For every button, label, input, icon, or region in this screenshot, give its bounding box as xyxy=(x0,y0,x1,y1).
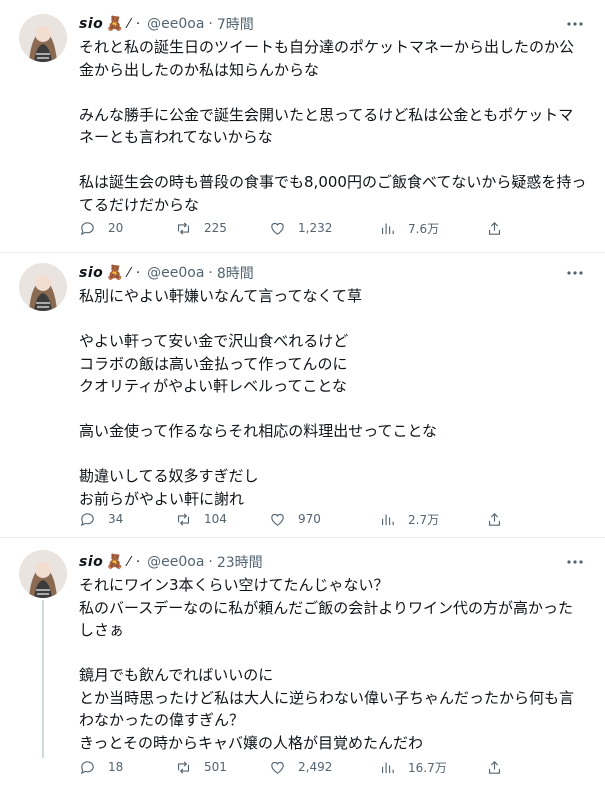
views-button[interactable]: 2.7万 xyxy=(379,509,439,529)
like-count: 2,492 xyxy=(298,760,333,774)
retweet-arrows-icon xyxy=(177,221,190,235)
name-decoration: ⁄ · xyxy=(127,16,142,32)
tweet-line: やよい軒って安い金で沢山食べれるけど xyxy=(79,332,349,350)
tweet-2[interactable]: sio 🧸 ⁄ · @ee0oa · 8時間 私別にやよい軒嫌いなんて言ってなく… xyxy=(0,253,605,538)
tweet-line: それにワイン3本くらい空けてたんじゃない？ xyxy=(79,576,389,594)
tweet-line: 金から出したのか私は知らんからな xyxy=(79,60,320,79)
avatar[interactable] xyxy=(19,263,67,311)
tweet-1[interactable]: sio 🧸 ⁄ · @ee0oa · 7時間 それと私の誕生日のツイートも自分達… xyxy=(0,0,605,253)
retweet-count: 501 xyxy=(204,760,227,774)
like-button[interactable]: 970 xyxy=(269,509,321,529)
like-button[interactable]: 1,232 xyxy=(269,218,332,238)
name-decoration: ⁄ · xyxy=(127,265,142,281)
reply-count: 34 xyxy=(108,512,124,526)
share-upload-icon xyxy=(488,760,501,774)
share-upload-icon xyxy=(488,512,501,526)
thread-connector-line xyxy=(42,600,44,758)
views-button[interactable]: 7.6万 xyxy=(379,218,439,238)
more-horizontal-icon[interactable] xyxy=(565,14,585,34)
tweet-line: しさぁ xyxy=(79,621,125,639)
reply-bubble-icon xyxy=(80,760,94,774)
user-handle[interactable]: @ee0oa xyxy=(147,265,204,281)
reply-bubble-icon xyxy=(80,512,94,526)
views-button[interactable]: 16.7万 xyxy=(379,757,447,777)
timestamp[interactable]: 8時間 xyxy=(217,263,254,283)
display-name[interactable]: sio xyxy=(79,16,103,32)
tweet-line: みんな勝手に公金で誕生会開いたと思ってるけど私は公金ともポケットマ xyxy=(79,105,574,124)
tweet-line: 勘違いしてる奴多すぎだし xyxy=(79,467,259,485)
more-horizontal-icon[interactable] xyxy=(565,552,585,572)
views-count: 16.7万 xyxy=(408,760,447,775)
tweet-line: ネーとも言われてないからな xyxy=(79,128,273,146)
avatar[interactable] xyxy=(19,550,67,598)
timestamp[interactable]: 23時間 xyxy=(217,552,263,572)
user-handle[interactable]: @ee0oa xyxy=(147,16,204,32)
bear-emoji-icon: 🧸 xyxy=(106,265,124,281)
tweet-line: クオリティがやよい軒レベルってことな xyxy=(79,377,347,395)
bear-emoji-icon: 🧸 xyxy=(106,16,124,32)
tweet-line: とか当時思ったけど私は大人に逆らわない偉い子ちゃんだったから何も言 xyxy=(79,688,575,707)
bar-chart-icon xyxy=(381,223,394,234)
like-button[interactable]: 2,492 xyxy=(269,757,332,777)
tweet-text: 私別にやよい軒嫌いなんて言ってなくて草 やよい軒って安い金で沢山食べれるけど コ… xyxy=(79,285,591,510)
more-horizontal-icon[interactable] xyxy=(565,263,585,283)
tweet-actions: 18 501 2,492 16.7万 xyxy=(79,757,509,777)
views-count: 7.6万 xyxy=(408,221,440,236)
retweet-count: 104 xyxy=(204,512,227,526)
reply-count: 18 xyxy=(108,760,124,774)
heart-icon xyxy=(271,222,284,235)
tweet-line: 鏡月でも飲んでればいいのに xyxy=(79,666,274,684)
share-button[interactable] xyxy=(486,218,503,238)
heart-icon xyxy=(271,513,284,526)
tweet-line: コラボの飯は高い金払って作ってんのに xyxy=(79,354,348,373)
share-button[interactable] xyxy=(486,757,503,777)
like-count: 1,232 xyxy=(298,221,333,235)
views-count: 2.7万 xyxy=(408,512,440,527)
bar-chart-icon xyxy=(381,514,394,525)
separator-dot: · xyxy=(208,16,213,32)
tweet-text: それにワイン3本くらい空けてたんじゃない？ 私のバースデーなのに私が頼んだご飯の… xyxy=(79,574,591,754)
separator-dot: · xyxy=(208,554,213,570)
share-button[interactable] xyxy=(486,509,503,529)
tweet-actions: 34 104 970 2.7万 xyxy=(79,509,509,529)
tweet-3[interactable]: sio 🧸 ⁄ · @ee0oa · 23時間 それにワイン3本くらい空けてたん… xyxy=(0,538,605,790)
display-name[interactable]: sio xyxy=(79,265,103,281)
retweet-arrows-icon xyxy=(177,512,190,526)
retweet-button[interactable]: 225 xyxy=(175,218,227,238)
tweet-text: それと私の誕生日のツイートも自分達のポケットマネーから出したのか公 金から出した… xyxy=(79,36,591,216)
heart-icon xyxy=(271,761,284,774)
bar-chart-icon xyxy=(381,762,394,773)
tweet-line: 高い金使って作るならそれ相応の料理出せってことな xyxy=(79,422,438,440)
tweet-line: 私別にやよい軒嫌いなんて言ってなくて草 xyxy=(79,287,363,305)
tweet-line: それと私の誕生日のツイートも自分達のポケットマネーから出したのか公 xyxy=(79,38,575,56)
avatar[interactable] xyxy=(19,14,67,62)
reply-button[interactable]: 18 xyxy=(79,757,123,777)
tweet-line: 私は誕生会の時も普段の食事でも8,000円のご飯食べてないから疑惑を持っ xyxy=(79,173,587,191)
tweet-line: わなかったの偉すぎん？ xyxy=(79,711,245,729)
share-upload-icon xyxy=(488,221,501,235)
reply-button[interactable]: 20 xyxy=(79,218,123,238)
retweet-arrows-icon xyxy=(177,760,190,774)
reply-count: 20 xyxy=(108,221,124,235)
bear-emoji-icon: 🧸 xyxy=(106,554,124,570)
reply-bubble-icon xyxy=(80,221,94,235)
tweet-header: sio 🧸 ⁄ · @ee0oa · 23時間 xyxy=(79,552,263,572)
timestamp[interactable]: 7時間 xyxy=(217,14,254,34)
tweet-actions: 20 225 1,232 7.6万 xyxy=(79,218,509,238)
display-name[interactable]: sio xyxy=(79,554,103,570)
separator-dot: · xyxy=(208,265,213,281)
tweet-header: sio 🧸 ⁄ · @ee0oa · 7時間 xyxy=(79,14,254,34)
tweet-line: お前らがやよい軒に謝れ xyxy=(79,489,245,508)
retweet-button[interactable]: 501 xyxy=(175,757,227,777)
name-decoration: ⁄ · xyxy=(127,554,142,570)
user-handle[interactable]: @ee0oa xyxy=(147,554,204,570)
tweet-header: sio 🧸 ⁄ · @ee0oa · 8時間 xyxy=(79,263,254,283)
retweet-button[interactable]: 104 xyxy=(175,509,227,529)
retweet-count: 225 xyxy=(204,221,227,235)
tweet-line: 私のバースデーなのに私が頼んだご飯の会計よりワイン代の方が高かった xyxy=(79,598,573,617)
like-count: 970 xyxy=(298,512,321,526)
tweet-line: てるだけだからな xyxy=(79,195,200,214)
tweet-line: きっとその時からキャバ嬢の人格が目覚めたんだわ xyxy=(79,733,423,752)
reply-button[interactable]: 34 xyxy=(79,509,123,529)
